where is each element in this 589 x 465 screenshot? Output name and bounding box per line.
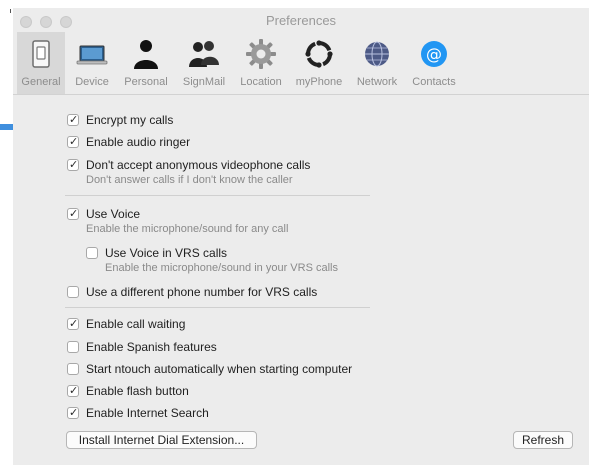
tab-signmail-label: SignMail [182, 76, 226, 88]
install-dial-extension-button[interactable]: Install Internet Dial Extension... [66, 431, 257, 449]
circle-arrows-icon [305, 40, 333, 68]
internet-search-label: Enable Internet Search [86, 406, 209, 420]
encrypt-calls-label: Encrypt my calls [86, 113, 174, 127]
people-icon [189, 41, 219, 67]
auto-start-label: Start ntouch automatically when starting… [86, 362, 353, 376]
tab-network-label: Network [356, 76, 398, 88]
toolbar-divider [13, 94, 589, 95]
anonymous-calls-description: Don't answer calls if I don't know the c… [86, 174, 293, 186]
window-title: Preferences [265, 13, 337, 28]
tab-personal[interactable]: Personal [117, 32, 175, 94]
refresh-button[interactable]: Refresh [513, 431, 573, 449]
globe-icon [365, 41, 389, 67]
tab-personal-label: Personal [124, 76, 168, 88]
tab-contacts-label: Contacts [412, 76, 456, 88]
page-edge-mark [10, 9, 11, 13]
call-waiting-checkbox[interactable] [67, 316, 79, 331]
person-icon [134, 40, 158, 69]
use-voice-label: Use Voice [86, 207, 141, 221]
anonymous-calls-checkbox[interactable] [67, 157, 79, 172]
preferences-window: Preferences General Device Personal Sign… [13, 8, 589, 465]
encrypt-calls-checkbox[interactable] [67, 112, 79, 127]
general-settings-pane: Encrypt my calls Enable audio ringer Don… [13, 96, 589, 465]
preferences-toolbar: General Device Personal SignMail Locatio… [13, 32, 589, 96]
voice-vrs-description: Enable the microphone/sound in your VRS … [105, 262, 338, 274]
voice-vrs-checkbox[interactable] [86, 247, 98, 259]
anonymous-calls-label: Don't accept anonymous videophone calls [86, 158, 311, 172]
tab-myphone-label: myPhone [295, 76, 343, 88]
use-voice-description: Enable the microphone/sound for any call [86, 223, 289, 235]
call-waiting-label: Enable call waiting [86, 317, 186, 331]
tab-general[interactable]: General [17, 32, 65, 94]
section-divider [65, 307, 370, 308]
audio-ringer-checkbox[interactable] [67, 134, 79, 149]
tab-location[interactable]: Location [233, 32, 289, 94]
laptop-icon [76, 45, 108, 65]
different-number-checkbox[interactable] [67, 286, 79, 298]
tab-location-label: Location [240, 76, 282, 88]
general-switch-icon [32, 40, 50, 68]
flash-button-checkbox[interactable] [67, 383, 79, 398]
auto-start-checkbox[interactable] [67, 363, 79, 375]
flash-button-label: Enable flash button [86, 384, 189, 398]
tab-general-label: General [21, 76, 61, 88]
internet-search-checkbox[interactable] [67, 405, 79, 420]
gear-icon [246, 39, 276, 69]
at-sign-icon: @ [421, 41, 447, 67]
tab-myphone[interactable]: myPhone [289, 32, 349, 94]
voice-vrs-label: Use Voice in VRS calls [105, 246, 228, 260]
audio-ringer-label: Enable audio ringer [86, 135, 191, 149]
section-divider [65, 195, 370, 196]
tab-network[interactable]: Network [349, 32, 405, 94]
svg-text:@: @ [426, 45, 442, 64]
tab-signmail[interactable]: SignMail [175, 32, 233, 94]
spanish-features-label: Enable Spanish features [86, 340, 217, 354]
tab-contacts[interactable]: @ Contacts [405, 32, 463, 94]
tab-device-label: Device [75, 76, 109, 88]
different-number-label: Use a different phone number for VRS cal… [86, 285, 318, 299]
tab-device[interactable]: Device [67, 32, 117, 94]
use-voice-checkbox[interactable] [67, 206, 79, 221]
spanish-features-checkbox[interactable] [67, 341, 79, 353]
